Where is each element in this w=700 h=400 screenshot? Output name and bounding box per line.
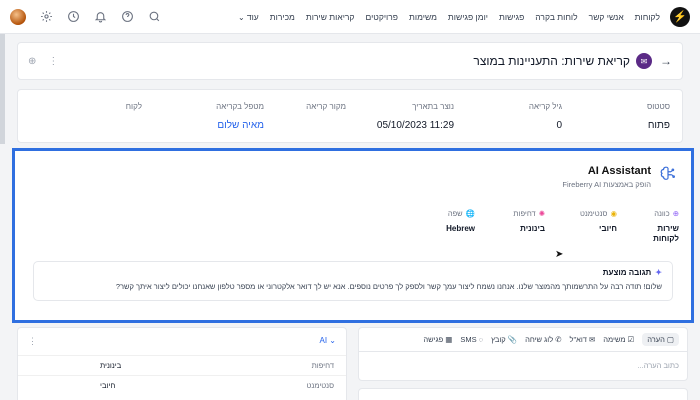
calendar-icon: ▦ (445, 335, 453, 344)
nav-contacts[interactable]: אנשי קשר (589, 12, 624, 22)
sentiment-icon: ◉ (610, 209, 617, 218)
ai-brain-icon (659, 165, 677, 185)
add-icon[interactable]: ⊕ (28, 56, 36, 67)
attr-urgency-value: בינונית (520, 224, 545, 233)
note-input[interactable]: כתוב הערה... (359, 352, 687, 379)
left-scroll-strip (0, 34, 5, 144)
panel-row-urgency: דחיפות בינונית (18, 355, 346, 375)
attr-intent-label: כוונה (654, 209, 670, 218)
tab-file[interactable]: 📎 קובץ (491, 335, 517, 344)
notifications-bell-icon[interactable] (93, 10, 107, 24)
back-arrow-icon[interactable]: → (660, 54, 672, 68)
field-age-label: גיל קריאה (528, 102, 562, 111)
top-navbar: ⚡ לקוחות אנשי קשר לוחות בקרה פגישות יומן… (0, 0, 700, 34)
nav-tasks[interactable]: משימות (409, 12, 437, 22)
attr-intent: ⊕ כוונה שירות לקוחות (619, 209, 679, 245)
field-status-label: סטטוס (646, 102, 670, 111)
panel-row-label: דחיפות (311, 361, 334, 370)
attr-sentiment-value: חיובי (599, 224, 617, 233)
attr-urgency: ✺ דחיפות בינונית (513, 209, 545, 234)
attr-language-label: שפה (447, 209, 463, 218)
tab-call-log[interactable]: ✆ לוג שיחה (525, 335, 561, 344)
field-customer: לקוח (32, 102, 142, 120)
field-status-value[interactable]: פתוח (560, 120, 670, 131)
field-customer-label: לקוח (125, 102, 142, 111)
chat-icon: ◌ (478, 335, 484, 344)
user-avatar[interactable] (10, 8, 26, 25)
main-nav: לקוחות אנשי קשר לוחות בקרה פגישות יומן פ… (238, 12, 660, 22)
suggested-reply-text: שלום! תודה רבה על התרשמותך מהמוצר שלנו. … (115, 282, 662, 291)
ai-fields-panel: AI ⌄ ⋮ דחיפות בינונית סנטימנט חיובי (17, 327, 347, 400)
tab-sms[interactable]: ◌ SMS (460, 335, 483, 344)
search-icon[interactable] (147, 10, 161, 24)
task-icon: ☑ (627, 335, 635, 344)
help-question-icon[interactable] (120, 10, 134, 24)
header-actions: ⋮ ⊕ (28, 56, 58, 67)
paperclip-icon: 📎 (507, 335, 518, 344)
ai-view-selector[interactable]: AI ⌄ (320, 336, 337, 347)
top-icons (10, 8, 161, 25)
field-created-label: נוצר בתאריך (412, 102, 454, 111)
sparkle-icon: ✦ (655, 268, 662, 277)
globe-icon: 🌐 (465, 209, 475, 218)
email-icon: ✉ (588, 335, 596, 344)
tab-note[interactable]: ▢ הערה (642, 333, 679, 346)
page-title: קריאת שירות: התעניינות במוצר (473, 54, 630, 68)
attr-sentiment: ◉ סנטימנט חיובי (580, 209, 617, 234)
field-handler-label: מטפל בקריאה (216, 102, 264, 111)
chevron-down-icon: ⌄ (329, 336, 336, 345)
field-handler: מטפל בקריאה מאיה שלום (154, 102, 264, 131)
tab-meeting[interactable]: ▦ פגישה (423, 335, 452, 344)
attr-language: 🌐 שפה Hebrew (446, 209, 475, 234)
ai-title: AI Assistant (587, 165, 651, 177)
nav-meetings[interactable]: פגישות (499, 12, 524, 22)
suggested-reply-title: תגובה מוצעת (602, 268, 652, 277)
panel-row-value: בינונית (100, 361, 122, 370)
attr-sentiment-label: סנטימנט (579, 209, 608, 218)
tab-email[interactable]: ✉ דוא"ל (570, 335, 596, 344)
tab-task[interactable]: ☑ משימה (603, 335, 634, 344)
nav-dashboards[interactable]: לוחות בקרה (535, 12, 577, 22)
ai-header: AI Assistant הופק באמצעות Fireberry AI (562, 165, 677, 189)
settings-gear-icon[interactable] (39, 10, 53, 24)
note-icon: ▢ (666, 335, 674, 344)
activity-feed (358, 388, 688, 400)
attr-language-value: Hebrew (446, 224, 475, 233)
mouse-cursor-icon: ➤ (555, 249, 564, 260)
nav-sales[interactable]: מכירות (270, 12, 295, 22)
field-age: גיל קריאה 0 (452, 102, 562, 131)
record-header: → ✉ קריאת שירות: התעניינות במוצר ⋮ ⊕ (17, 42, 683, 80)
field-age-value: 0 (556, 120, 562, 131)
ai-attributes: ⊕ כוונה שירות לקוחות ◉ סנטימנט חיובי ✺ דחיפ… (279, 209, 679, 249)
ai-assistant-panel: AI Assistant הופק באמצעות Fireberry AI ⊕… (12, 148, 694, 323)
nav-more-dropdown[interactable]: עוד (238, 12, 259, 22)
nav-customers[interactable]: לקוחות (635, 12, 660, 22)
panel-menu-icon[interactable]: ⋮ (28, 336, 37, 347)
field-created-value: 05/10/2023 11:29 (376, 120, 454, 131)
panel-row-sentiment: סנטימנט חיובי (18, 375, 346, 395)
attr-urgency-label: דחיפות (513, 209, 536, 218)
activity-tabs: ▢ הערה ☑ משימה ✉ דוא"ל ✆ לוג שיחה 📎 קובץ ◌ SMS… (359, 328, 687, 352)
app-logo[interactable]: ⚡ (670, 6, 690, 27)
ai-subtitle: הופק באמצעות Fireberry AI (562, 180, 651, 189)
target-icon: ⊕ (672, 209, 679, 218)
lightbulb-icon: ✺ (538, 209, 545, 218)
nav-calendar[interactable]: יומן פגישות (448, 12, 488, 22)
history-clock-icon[interactable] (66, 10, 80, 24)
suggested-reply-box[interactable]: ✦ תגובה מוצעת שלום! תודה רבה על התרשמותך … (33, 261, 673, 301)
activity-composer: ▢ הערה ☑ משימה ✉ דוא"ל ✆ לוג שיחה 📎 קובץ ◌ SMS… (358, 327, 688, 381)
record-fields: סטטוס פתוח גיל קריאה 0 נוצר בתאריך 05/10… (17, 89, 683, 143)
nav-projects[interactable]: פרויקטים (365, 12, 398, 22)
panel-row-value: חיובי (100, 381, 116, 390)
panel-row-label: סנטימנט (306, 381, 335, 390)
service-ticket-icon: ✉ (636, 53, 652, 69)
field-created: נוצר בתאריך 05/10/2023 11:29 (344, 102, 454, 131)
more-options-icon[interactable]: ⋮ (48, 56, 58, 67)
attr-intent-value: שירות לקוחות (653, 224, 679, 244)
field-handler-link[interactable]: מאיה שלום (154, 120, 264, 131)
field-status: סטטוס פתוח (560, 102, 670, 131)
nav-service-calls[interactable]: קריאות שירות (306, 12, 355, 22)
phone-icon: ✆ (555, 335, 562, 344)
